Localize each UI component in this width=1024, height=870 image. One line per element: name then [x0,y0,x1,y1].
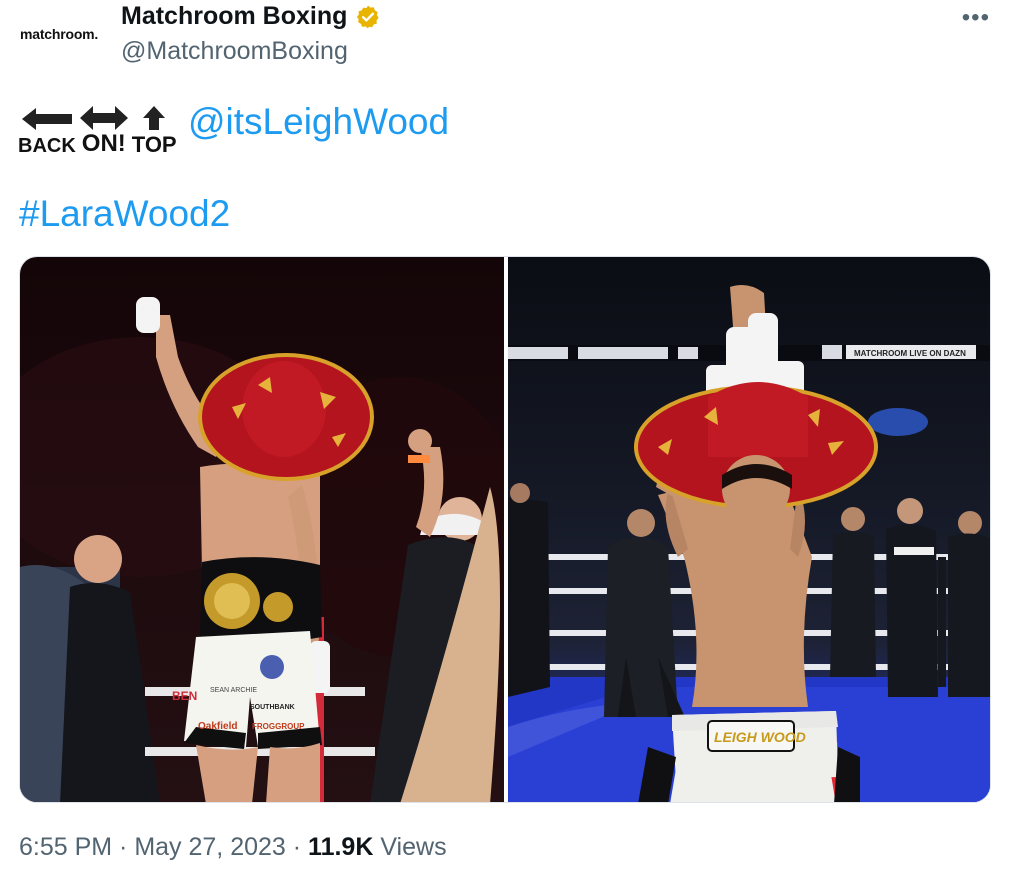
on-label: ON! [81,130,126,157]
author-handle[interactable]: @MatchroomBoxing [121,37,348,66]
left-arrow-icon [21,108,72,130]
right-photo-illustration: MATCHROOM LIVE ON DAZN LEIGH WOOD [508,285,990,802]
top-arrow-emoji: TOP [132,106,177,156]
shorts-text-leighwood: LEIGH WOOD [714,729,806,745]
up-arrow-icon [143,106,166,130]
tweet-header: matchroom. Matchroom Boxing @MatchroomBo… [0,0,1024,80]
meta-separator-1: · [112,833,135,861]
hashtag-link[interactable]: #LaraWood2 [19,193,230,235]
photo-right[interactable]: MATCHROOM LIVE ON DAZN LEIGH WOOD [508,257,990,802]
photo-left[interactable]: SEAN ARCHIE Oakfield SOUTHBANK FROGGROUP… [20,257,504,802]
mention-link[interactable]: @itsLeighWood [188,101,449,143]
views-count[interactable]: 11.9K [308,833,373,862]
tweet-date[interactable]: May 27, 2023 [134,833,286,862]
on-arrow-emoji: ON! [79,106,128,157]
matchroom-logo[interactable]: matchroom. [20,26,98,42]
back-label: BACK [18,135,76,157]
belt-text-southbank: SOUTHBANK [250,704,295,711]
left-photo-illustration: SEAN ARCHIE Oakfield SOUTHBANK FROGGROUP… [20,297,504,802]
top-label: TOP [131,132,177,157]
left-right-arrow-icon [79,106,128,130]
media-grid: SEAN ARCHIE Oakfield SOUTHBANK FROGGROUP… [19,256,991,803]
author-display-name[interactable]: Matchroom Boxing [121,2,347,31]
tweet-meta-footer: 6:55 PM · May 27, 2023 · 11.9K Views [19,833,447,862]
belt-text-sean-archie: SEAN ARCHIE [210,687,257,694]
belt-text-oakfield: Oakfield [198,721,237,732]
ringside-banner: MATCHROOM LIVE ON DAZN [854,349,966,358]
verified-badge-icon [357,5,380,28]
tweet-time[interactable]: 6:55 PM [19,833,112,862]
back-on-top-arrows-emoji: BACK ON! TOP [18,104,178,156]
ropes-text-ben: BEN [172,689,197,703]
meta-separator-2: · [285,833,309,861]
back-arrow-emoji: BACK [18,108,76,156]
more-options-icon[interactable]: ••• [962,4,990,32]
belt-text-froggroup: FROGGROUP [252,722,305,731]
views-label[interactable]: Views [373,833,446,862]
author-name-row[interactable]: Matchroom Boxing [121,2,381,31]
tweet-text-line-1: BACK ON! TOP @itsLeighWood [18,101,449,158]
